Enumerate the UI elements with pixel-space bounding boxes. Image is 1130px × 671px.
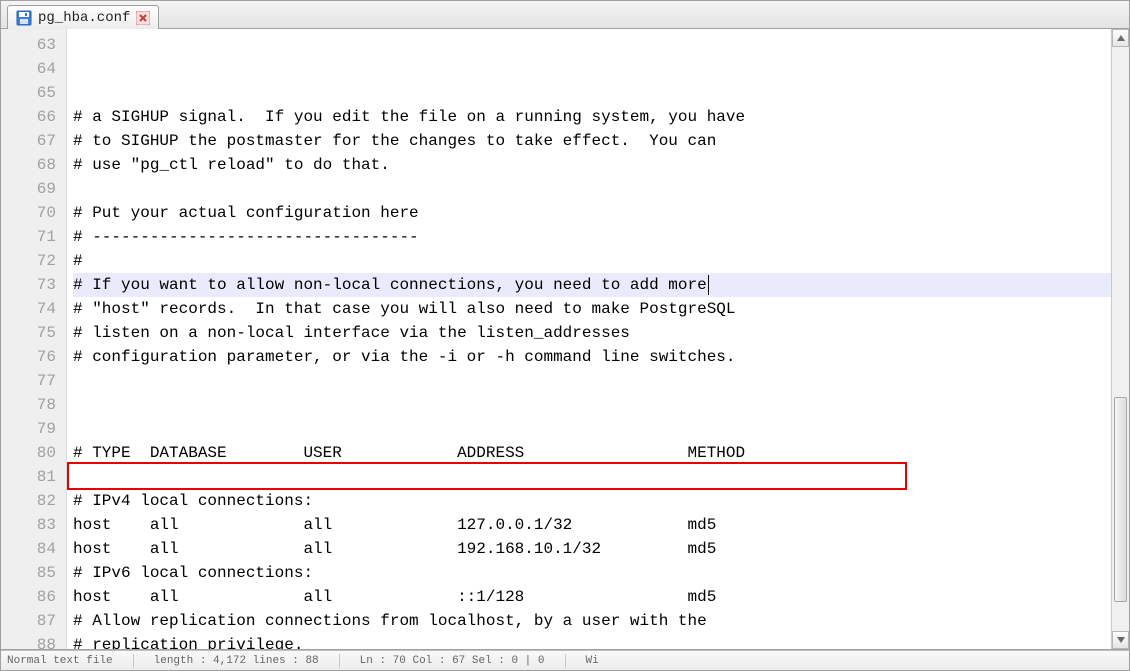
status-separator [133,654,134,668]
scroll-up-button[interactable] [1112,29,1129,47]
status-position: Ln : 70 Col : 67 Sel : 0 | 0 [360,655,545,667]
code-line[interactable] [73,177,1111,201]
app-window: pg_hba.conf 6364656667686970717273747576… [0,0,1130,671]
line-number-gutter: 6364656667686970717273747576777879808182… [1,29,67,649]
code-line[interactable]: host all all 192.168.10.1/32 md5 [73,537,1111,561]
status-filetype: Normal text file [7,655,113,667]
line-number: 84 [1,537,56,561]
status-bar: Normal text file length : 4,172 lines : … [1,650,1129,670]
status-separator [339,654,340,668]
line-number: 85 [1,561,56,585]
line-number: 79 [1,417,56,441]
line-number: 72 [1,249,56,273]
code-line[interactable] [73,417,1111,441]
code-line[interactable]: host all all ::1/128 md5 [73,585,1111,609]
code-line[interactable]: host all all 127.0.0.1/32 md5 [73,513,1111,537]
code-line[interactable]: # If you want to allow non-local connect… [73,273,1111,297]
code-line[interactable]: # Put your actual configuration here [73,201,1111,225]
code-line[interactable]: # ---------------------------------- [73,225,1111,249]
code-line[interactable]: # Allow replication connections from loc… [73,609,1111,633]
line-number: 63 [1,33,56,57]
line-number: 74 [1,297,56,321]
code-line[interactable] [73,393,1111,417]
editor: 6364656667686970717273747576777879808182… [1,29,1129,650]
code-line[interactable]: # "host" records. In that case you will … [73,297,1111,321]
line-number: 83 [1,513,56,537]
scroll-track[interactable] [1112,47,1129,631]
line-number: 73 [1,273,56,297]
line-number: 65 [1,81,56,105]
line-number: 86 [1,585,56,609]
code-line[interactable]: # IPv6 local connections: [73,561,1111,585]
text-caret [708,275,709,295]
line-number: 77 [1,369,56,393]
line-number: 70 [1,201,56,225]
line-number: 82 [1,489,56,513]
line-number: 81 [1,465,56,489]
line-number: 87 [1,609,56,633]
code-line[interactable] [73,465,1111,489]
line-number: 80 [1,441,56,465]
code-line[interactable]: # listen on a non-local interface via th… [73,321,1111,345]
vertical-scrollbar[interactable] [1111,29,1129,649]
line-number: 71 [1,225,56,249]
line-number: 69 [1,177,56,201]
line-number: 64 [1,57,56,81]
status-right: Wi [586,655,599,667]
code-line[interactable]: # to SIGHUP the postmaster for the chang… [73,129,1111,153]
line-number: 66 [1,105,56,129]
status-length: length : 4,172 lines : 88 [154,655,319,667]
close-icon[interactable] [136,11,150,25]
line-number: 88 [1,633,56,650]
code-line[interactable]: # [73,249,1111,273]
code-line[interactable]: # TYPE DATABASE USER ADDRESS METHOD [73,441,1111,465]
code-line[interactable]: # configuration parameter, or via the -i… [73,345,1111,369]
scroll-down-button[interactable] [1112,631,1129,649]
tab-bar: pg_hba.conf [1,1,1129,29]
tab-label: pg_hba.conf [38,10,130,26]
save-disk-icon [16,10,32,26]
code-line[interactable]: # use "pg_ctl reload" to do that. [73,153,1111,177]
line-number: 68 [1,153,56,177]
line-number: 76 [1,345,56,369]
code-line[interactable]: # a SIGHUP signal. If you edit the file … [73,105,1111,129]
line-number: 67 [1,129,56,153]
tab-pg-hba[interactable]: pg_hba.conf [7,5,159,29]
code-line[interactable]: # replication privilege. [73,633,1111,650]
scroll-thumb[interactable] [1114,397,1127,601]
code-area[interactable]: # a SIGHUP signal. If you edit the file … [67,29,1111,649]
status-separator [565,654,566,668]
line-number: 78 [1,393,56,417]
line-number: 75 [1,321,56,345]
code-line[interactable] [73,369,1111,393]
code-line[interactable]: # IPv4 local connections: [73,489,1111,513]
